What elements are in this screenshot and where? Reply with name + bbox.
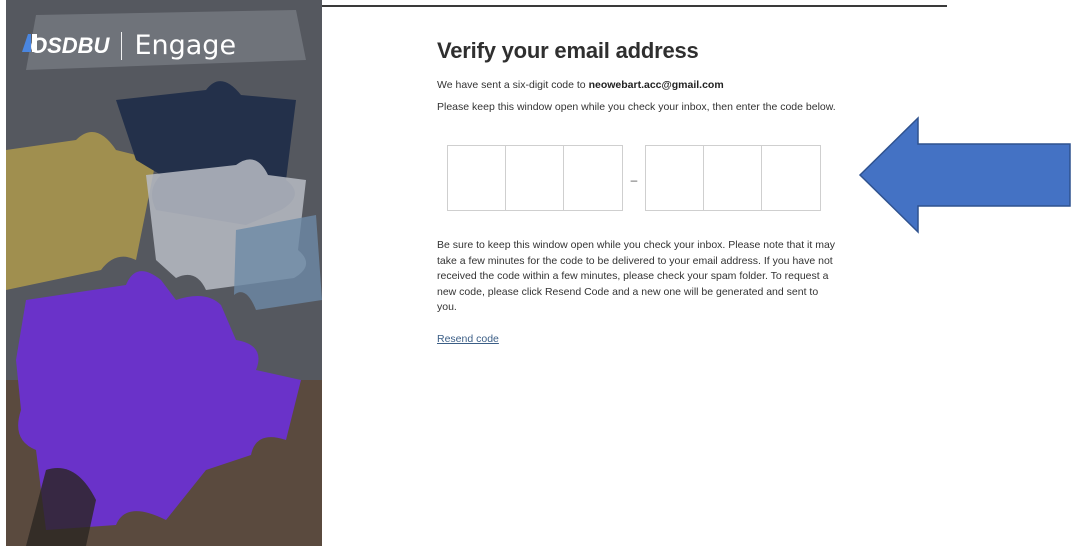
code-digit-2[interactable] — [506, 146, 564, 210]
resend-code-link[interactable]: Resend code — [437, 333, 499, 345]
code-digit-6[interactable] — [762, 146, 820, 210]
engage-mark-icon — [22, 34, 37, 52]
code-digit-3[interactable] — [564, 146, 622, 210]
hero-image-panel: OSDBU Engage — [6, 0, 322, 546]
top-divider — [322, 5, 947, 7]
brand-logo: OSDBU Engage — [20, 30, 236, 61]
brand-divider — [121, 31, 123, 60]
sent-message: We have sent a six-digit code to neoweba… — [437, 78, 837, 92]
brand-engage-text: Engage — [134, 30, 237, 61]
code-digit-1[interactable] — [448, 146, 506, 210]
verify-content: Verify your email address We have sent a… — [437, 38, 837, 122]
code-digit-4[interactable] — [646, 146, 704, 210]
code-group-second — [645, 145, 821, 211]
page-title: Verify your email address — [437, 38, 699, 63]
email-address: neowebart.acc@gmail.com — [588, 79, 724, 91]
instructions-text: Please keep this window open while you c… — [437, 101, 836, 113]
code-input-row: – — [447, 145, 821, 211]
left-arrow-icon — [858, 116, 1071, 234]
sent-prefix: We have sent a six-digit code to — [437, 79, 589, 91]
puzzle-pieces-image — [6, 0, 322, 546]
code-separator: – — [630, 173, 638, 187]
code-group-first — [447, 145, 623, 211]
help-note: Be sure to keep this window open while y… — [437, 239, 836, 313]
code-digit-5[interactable] — [704, 146, 762, 210]
